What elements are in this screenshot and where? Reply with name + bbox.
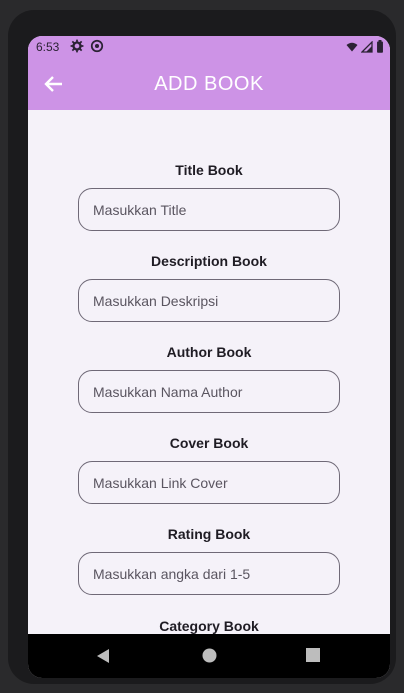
cover-label: Cover Book: [169, 435, 249, 451]
system-nav-bar: [28, 634, 390, 678]
rating-label: Rating Book: [167, 526, 251, 542]
battery-icon: [377, 40, 383, 53]
author-input[interactable]: [78, 370, 340, 413]
wifi-icon: [346, 42, 358, 51]
sync-icon: [90, 39, 104, 53]
title-input[interactable]: [78, 188, 340, 231]
app-bar: ADD BOOK: [28, 58, 390, 110]
title-label: Title Book: [175, 162, 243, 178]
status-time: 6:53: [36, 40, 60, 54]
nav-home-icon[interactable]: [202, 648, 217, 663]
nav-back-icon[interactable]: [96, 648, 110, 664]
rating-input[interactable]: [78, 552, 340, 595]
author-label: Author Book: [166, 344, 252, 360]
screen: 6:53 ADD BOOK Title Book Masukkan Title …: [28, 36, 390, 678]
phone-frame: 6:53 ADD BOOK Title Book Masukkan Title …: [8, 10, 396, 684]
nav-recents-icon[interactable]: [306, 648, 320, 662]
status-bar: 6:53: [28, 36, 390, 58]
settings-icon: [70, 39, 84, 53]
signal-icon: [361, 40, 373, 53]
cover-input[interactable]: [78, 461, 340, 504]
page-title: ADD BOOK: [154, 73, 264, 95]
category-label: Category Book: [159, 618, 259, 634]
description-label: Description Book: [151, 253, 267, 269]
status-right-icons: [346, 40, 384, 53]
add-book-form: Title Book Description Book Author Book …: [28, 110, 390, 634]
description-input[interactable]: [78, 279, 340, 322]
